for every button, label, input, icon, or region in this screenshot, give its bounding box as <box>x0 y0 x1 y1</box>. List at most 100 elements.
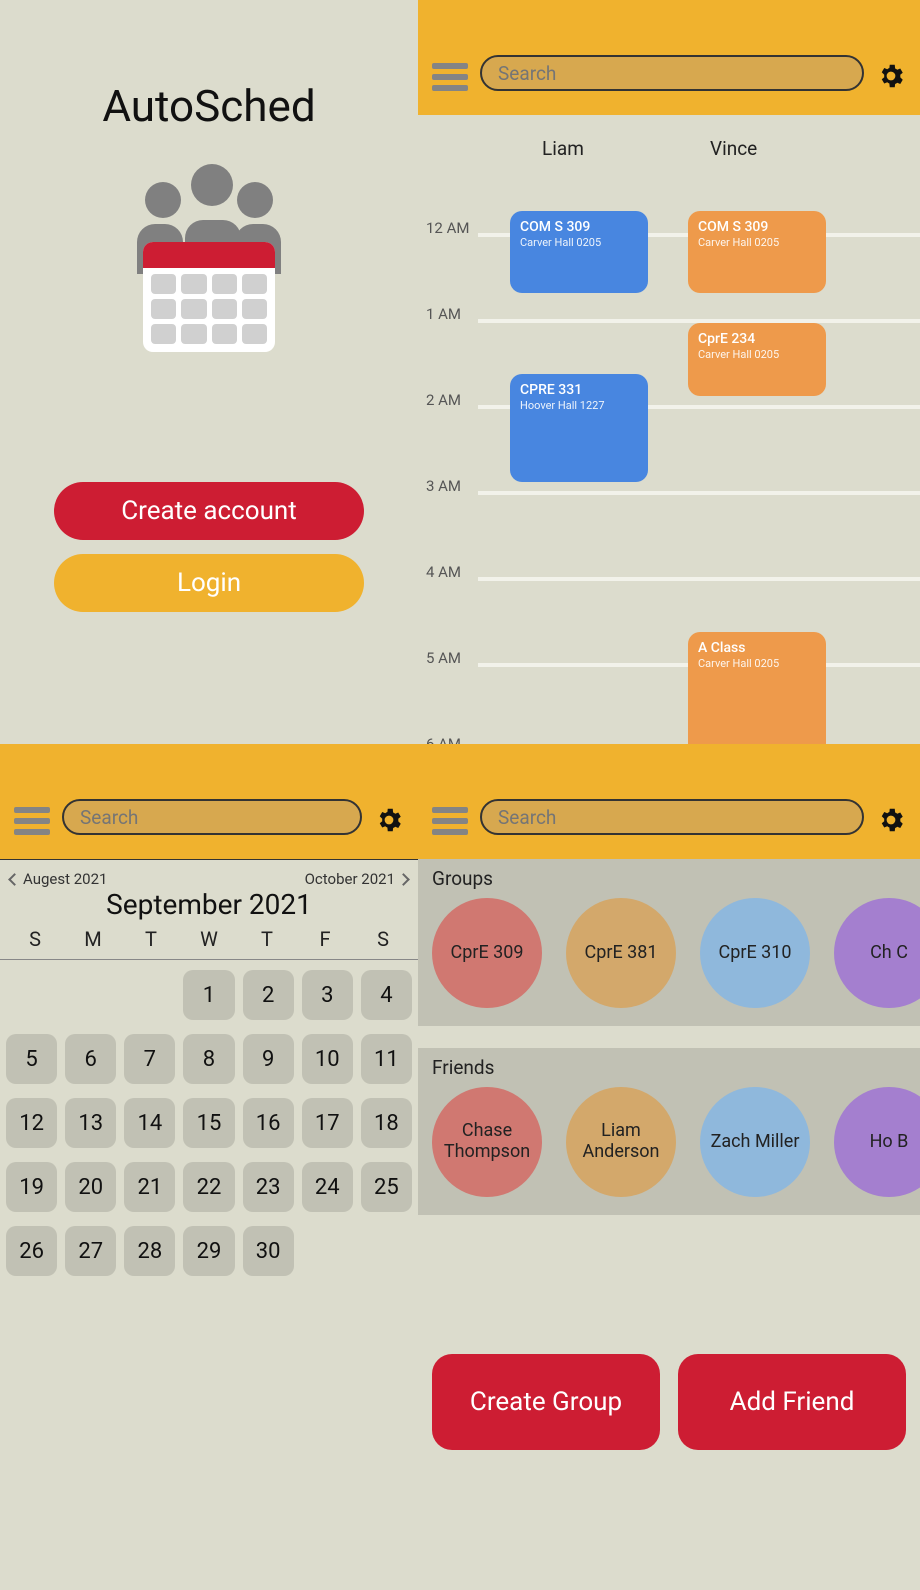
hour-label: 4 AM <box>426 563 461 581</box>
schedule-screen: Liam Vince 12 AM1 AM2 AM3 AM4 AM5 AM6 AM… <box>418 0 920 744</box>
group-circle[interactable]: CprE 381 <box>566 898 676 1008</box>
welcome-screen: AutoSched Create account Login <box>0 0 418 744</box>
gear-icon[interactable] <box>374 805 404 835</box>
day-cell[interactable]: 3 <box>302 970 353 1020</box>
day-cell[interactable]: 12 <box>6 1098 57 1148</box>
groups-title: Groups <box>428 867 920 890</box>
weekday-label: S <box>6 927 64 951</box>
weekday-header: SMTWTFS <box>0 921 418 960</box>
event-location: Carver Hall 0205 <box>698 236 816 249</box>
day-cell[interactable]: 19 <box>6 1162 57 1212</box>
friend-circle[interactable]: Zach Miller <box>700 1087 810 1197</box>
prev-month-label: Augest 2021 <box>23 870 107 888</box>
day-cell[interactable]: 18 <box>361 1098 412 1148</box>
schedule-event[interactable]: CPRE 331Hoover Hall 1227 <box>510 374 648 482</box>
day-cell[interactable]: 6 <box>65 1034 116 1084</box>
day-cell[interactable]: 13 <box>65 1098 116 1148</box>
schedule-event[interactable]: COM S 309Carver Hall 0205 <box>688 211 826 293</box>
day-cell[interactable]: 27 <box>65 1226 116 1276</box>
schedule-column-header: Vince <box>710 137 757 160</box>
create-account-button[interactable]: Create account <box>54 482 364 540</box>
day-cell[interactable]: 9 <box>243 1034 294 1084</box>
group-circle[interactable]: CprE 309 <box>432 898 542 1008</box>
menu-icon[interactable] <box>432 63 468 91</box>
day-cell[interactable]: 1 <box>183 970 234 1020</box>
day-cell[interactable]: 15 <box>183 1098 234 1148</box>
hour-label: 12 AM <box>426 219 469 237</box>
search-input[interactable] <box>480 799 864 835</box>
hour-row: 4 AM <box>418 531 920 617</box>
gear-icon[interactable] <box>876 805 906 835</box>
menu-icon[interactable] <box>14 807 50 835</box>
event-location: Carver Hall 0205 <box>698 348 816 361</box>
day-cell[interactable]: 30 <box>243 1226 294 1276</box>
add-friend-button[interactable]: Add Friend <box>678 1354 906 1450</box>
hour-label: 6 AM <box>426 735 461 744</box>
hour-row: 2 AM <box>418 359 920 445</box>
gear-icon[interactable] <box>876 61 906 91</box>
day-cell[interactable]: 28 <box>124 1226 175 1276</box>
day-cell[interactable]: 14 <box>124 1098 175 1148</box>
schedule-grid[interactable]: Liam Vince 12 AM1 AM2 AM3 AM4 AM5 AM6 AM… <box>418 115 920 744</box>
hour-line <box>478 577 920 581</box>
app-logo <box>0 152 418 352</box>
day-cell[interactable]: 16 <box>243 1098 294 1148</box>
day-cell[interactable]: 25 <box>361 1162 412 1212</box>
event-title: CprE 234 <box>698 331 816 348</box>
hour-line <box>478 491 920 495</box>
friend-circle[interactable]: Ho B <box>834 1087 920 1197</box>
calendar-screen: Augest 2021 October 2021 September 2021 … <box>0 744 418 1590</box>
day-cell[interactable]: 23 <box>243 1162 294 1212</box>
top-bar <box>418 0 920 115</box>
day-cell[interactable]: 21 <box>124 1162 175 1212</box>
friend-circle[interactable]: Liam Anderson <box>566 1087 676 1197</box>
event-title: COM S 309 <box>698 219 816 236</box>
groups-section: Groups CprE 309CprE 381CprE 310 Ch C <box>418 859 920 1026</box>
login-button[interactable]: Login <box>54 554 364 612</box>
day-cell[interactable]: 24 <box>302 1162 353 1212</box>
weekday-label: S <box>354 927 412 951</box>
friends-title: Friends <box>428 1056 920 1079</box>
hour-label: 3 AM <box>426 477 461 495</box>
schedule-event[interactable]: COM S 309Carver Hall 0205 <box>510 211 648 293</box>
day-cell[interactable]: 20 <box>65 1162 116 1212</box>
day-cell[interactable]: 29 <box>183 1226 234 1276</box>
group-circle[interactable]: CprE 310 <box>700 898 810 1008</box>
day-cell[interactable]: 7 <box>124 1034 175 1084</box>
day-cell[interactable]: 4 <box>361 970 412 1020</box>
day-cell[interactable]: 22 <box>183 1162 234 1212</box>
day-cell[interactable]: 2 <box>243 970 294 1020</box>
group-circle[interactable]: Ch C <box>834 898 920 1008</box>
hour-label: 2 AM <box>426 391 461 409</box>
day-cell[interactable]: 11 <box>361 1034 412 1084</box>
chevron-right-icon <box>397 873 410 886</box>
search-input[interactable] <box>62 799 362 835</box>
menu-icon[interactable] <box>432 807 468 835</box>
event-location: Hoover Hall 1227 <box>520 399 638 412</box>
social-screen: Groups CprE 309CprE 381CprE 310 Ch C Frie… <box>418 744 920 1590</box>
create-group-button[interactable]: Create Group <box>432 1354 660 1450</box>
day-cell-empty <box>124 970 175 1020</box>
day-cell[interactable]: 10 <box>302 1034 353 1084</box>
hour-label: 5 AM <box>426 649 461 667</box>
hour-row: 6 AM <box>418 703 920 744</box>
day-cell[interactable]: 17 <box>302 1098 353 1148</box>
search-input[interactable] <box>480 55 864 91</box>
schedule-event[interactable]: CprE 234Carver Hall 0205 <box>688 323 826 396</box>
event-title: CPRE 331 <box>520 382 638 399</box>
schedule-event[interactable]: A ClassCarver Hall 0205 <box>688 632 826 744</box>
weekday-label: T <box>122 927 180 951</box>
hour-label: 1 AM <box>426 305 461 323</box>
weekday-label: F <box>296 927 354 951</box>
day-cell[interactable]: 8 <box>183 1034 234 1084</box>
next-month-label: October 2021 <box>305 870 395 888</box>
next-month-button[interactable]: October 2021 <box>305 870 408 888</box>
top-bar <box>418 744 920 859</box>
friend-circle[interactable]: Chase Thompson <box>432 1087 542 1197</box>
event-location: Carver Hall 0205 <box>698 657 816 670</box>
day-cell[interactable]: 5 <box>6 1034 57 1084</box>
day-cell[interactable]: 26 <box>6 1226 57 1276</box>
chevron-left-icon <box>8 873 21 886</box>
day-cell-empty <box>6 970 57 1020</box>
prev-month-button[interactable]: Augest 2021 <box>10 870 107 888</box>
